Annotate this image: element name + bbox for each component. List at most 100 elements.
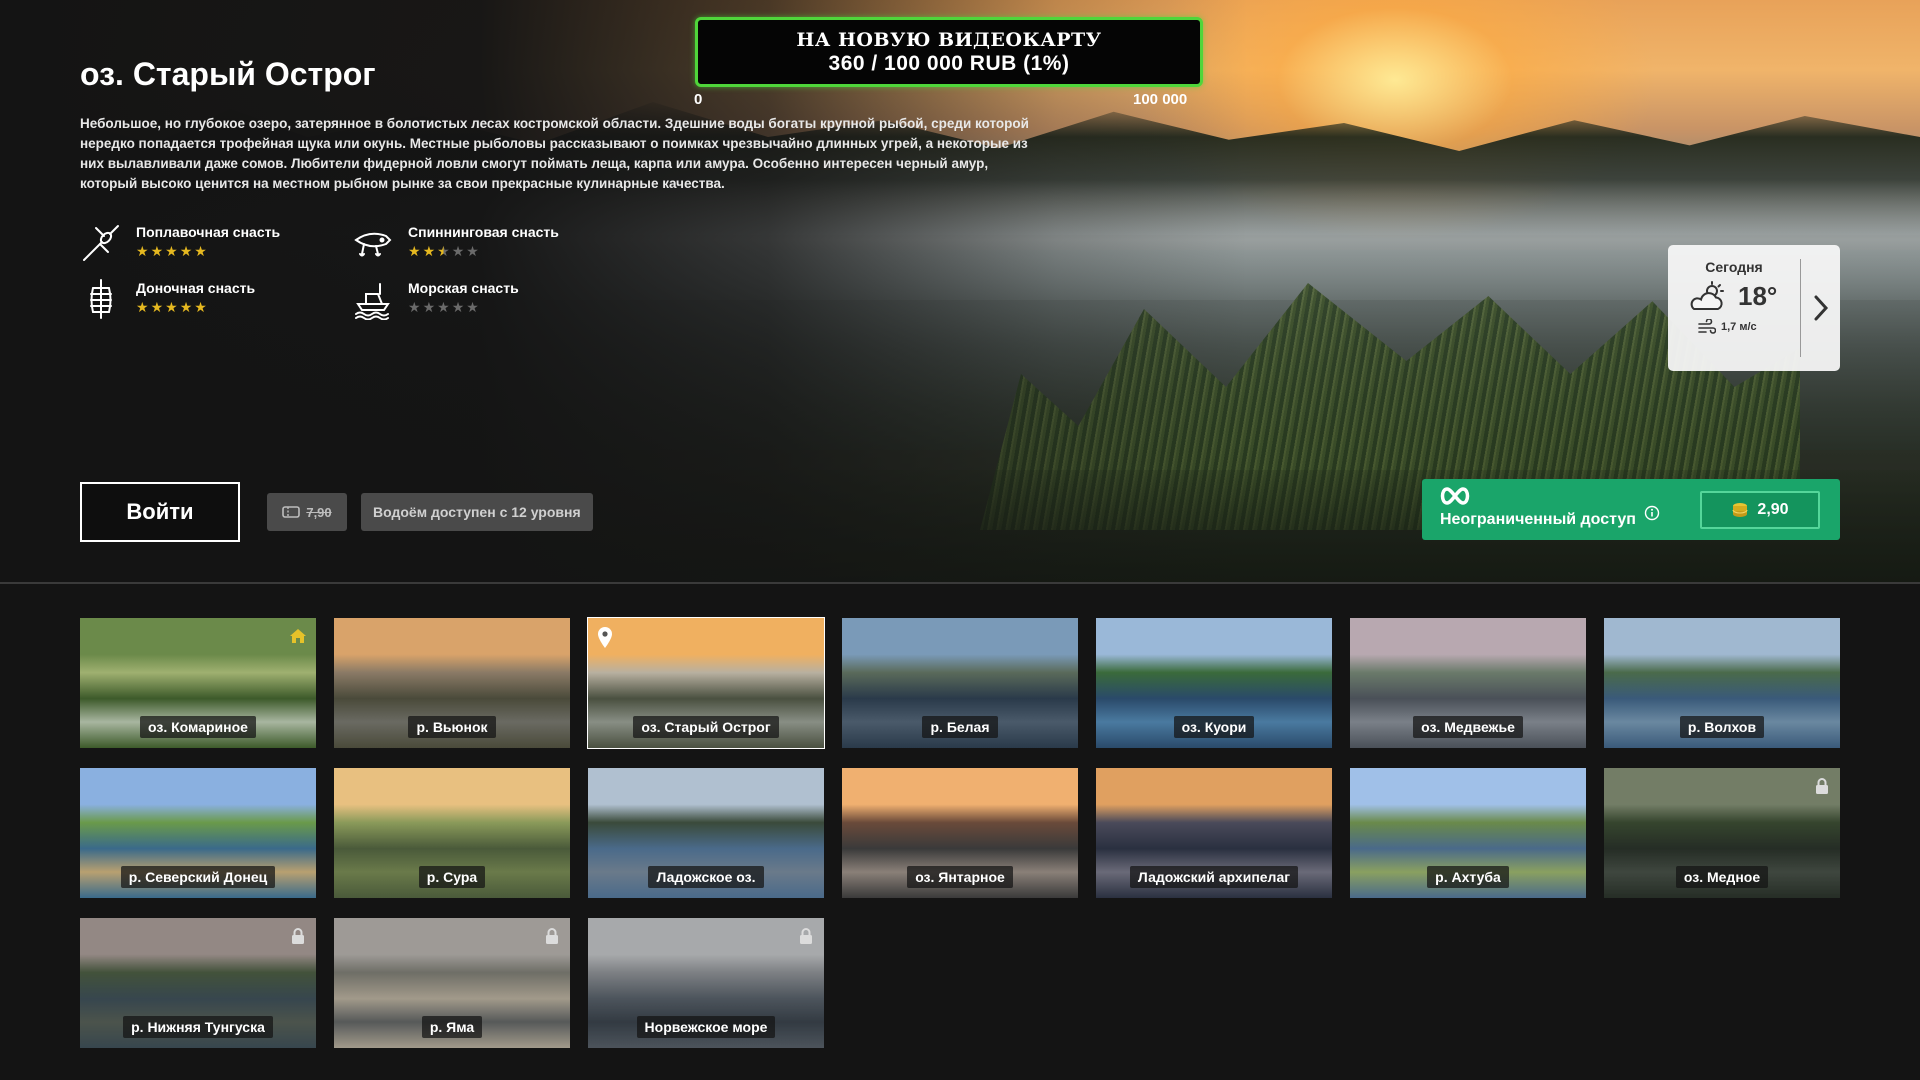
star-icon: ★ xyxy=(194,243,207,259)
location-tile[interactable]: Норвежское море xyxy=(588,918,824,1048)
location-tile[interactable]: р. Сура xyxy=(334,768,570,898)
donation-title: НА НОВУЮ ВИДЕОКАРТУ xyxy=(796,29,1102,51)
star-icon: ★ xyxy=(179,299,193,315)
weather-next-button[interactable] xyxy=(1808,289,1834,327)
location-name: р. Белая xyxy=(922,716,998,738)
partly-cloudy-icon xyxy=(1690,281,1724,310)
location-tile[interactable]: р. Волхов xyxy=(1604,618,1840,748)
location-tile[interactable]: Ладожский архипелаг xyxy=(1096,768,1332,898)
level-requirement: Водоём доступен с 12 уровня xyxy=(361,493,593,531)
weather-wind: 1,7 м/с xyxy=(1721,321,1757,333)
star-icon: ★ xyxy=(437,299,450,315)
gear-stars: ★ ★ ★ ★ ★ xyxy=(136,300,255,314)
coins-icon xyxy=(1732,503,1748,517)
chevron-right-icon xyxy=(1814,295,1829,321)
lock-icon xyxy=(1816,778,1828,794)
gear-spinning: Спиннинговая снасть ★ ★ ★ ★ ★ xyxy=(352,222,559,264)
gear-sea: Морская снасть ★ ★ ★ ★ ★ xyxy=(352,278,519,320)
unlimited-access-label: Неограниченный доступ xyxy=(1440,511,1636,528)
location-name: Ладожское оз. xyxy=(648,866,764,888)
gear-name: Поплавочная снасть xyxy=(136,224,281,240)
star-icon: ★ xyxy=(422,243,436,259)
location-tile[interactable]: р. Вьюнок xyxy=(334,618,570,748)
star-icon: ★ xyxy=(451,299,465,315)
lock-icon xyxy=(800,928,812,944)
location-tile[interactable]: оз. Куори xyxy=(1096,618,1332,748)
gear-stars: ★ ★ ★ ★ ★ xyxy=(136,244,280,258)
location-tile[interactable]: оз. Медвежье xyxy=(1350,618,1586,748)
location-name: оз. Старый Острог xyxy=(633,716,779,738)
location-name: Ладожский архипелаг xyxy=(1129,866,1299,888)
gear-stars: ★ ★ ★ ★ ★ xyxy=(408,300,519,314)
ticket-price: 7,90 xyxy=(306,504,332,520)
donation-min: 0 xyxy=(694,91,703,108)
star-icon: ★ xyxy=(408,243,421,259)
star-icon: ★ xyxy=(150,243,164,259)
weather-widget: Сегодня 18° 1,7 м/с xyxy=(1668,245,1840,371)
donation-max: 100 000 xyxy=(1133,91,1188,108)
location-name: р. Ахтуба xyxy=(1427,866,1509,888)
gear-name: Доночная снасть xyxy=(136,280,256,296)
location-description: Небольшое, но глубокое озеро, затерянное… xyxy=(80,116,1029,191)
star-icon: ★ xyxy=(466,299,479,315)
infinity-icon xyxy=(1440,487,1470,505)
location-name: оз. Янтарное xyxy=(907,866,1013,888)
location-name: р. Волхов xyxy=(1679,716,1765,738)
star-icon: ★ xyxy=(150,299,164,315)
location-tile[interactable]: р. Белая xyxy=(842,618,1078,748)
spinning-lure-icon xyxy=(354,232,392,257)
unlimited-price: 2,90 xyxy=(1757,501,1789,518)
gear-bottom: Доночная снасть ★ ★ ★ ★ ★ xyxy=(80,278,255,320)
star-icon: ★ xyxy=(136,243,149,259)
pin-icon xyxy=(598,627,612,648)
star-icon: ★ xyxy=(165,299,178,315)
location-tile[interactable]: оз. Старый Острог xyxy=(587,617,825,749)
unlimited-access-panel[interactable]: Неограниченный доступ 2,90 xyxy=(1422,479,1840,540)
star-icon: ★ xyxy=(422,299,436,315)
location-tile[interactable]: р. Северский Донец xyxy=(80,768,316,898)
wind-icon xyxy=(1698,319,1716,334)
location-name: р. Нижняя Тунгуска xyxy=(123,1016,273,1038)
unlimited-buy-button[interactable]: 2,90 xyxy=(1700,491,1820,529)
info-icon[interactable] xyxy=(1644,505,1660,521)
star-icon: ★ xyxy=(466,243,479,259)
gear-name: Морская снасть xyxy=(408,280,519,296)
gear-stars: ★ ★ ★ ★ ★ xyxy=(408,244,559,258)
location-tile[interactable]: оз. Медное xyxy=(1604,768,1840,898)
lock-icon xyxy=(546,928,558,944)
donation-goal: НА НОВУЮ ВИДЕОКАРТУ 360 / 100 000 RUB (1… xyxy=(695,17,1203,87)
location-tile[interactable]: Ладожское оз. xyxy=(588,768,824,898)
star-icon: ★ xyxy=(437,243,450,259)
gear-name: Спиннинговая снасть xyxy=(408,224,559,240)
star-icon: ★ xyxy=(408,299,421,315)
ticket-price-chip: 7,90 xyxy=(267,493,347,531)
star-icon: ★ xyxy=(451,243,465,259)
star-icon: ★ xyxy=(136,299,149,315)
star-icon: ★ xyxy=(165,243,178,259)
location-name: оз. Медвежье xyxy=(1413,716,1523,738)
bottom-feeder-icon xyxy=(90,279,112,319)
location-tile[interactable]: р. Нижняя Тунгуска xyxy=(80,918,316,1048)
location-name: оз. Куори xyxy=(1173,716,1255,738)
location-name: Норвежское море xyxy=(636,1016,776,1038)
ticket-icon xyxy=(282,506,301,518)
star-icon: ★ xyxy=(179,243,193,259)
location-title: оз. Старый Острог xyxy=(80,56,376,92)
location-tile[interactable]: оз. Янтарное xyxy=(842,768,1078,898)
gear-float: Поплавочная снасть ★ ★ ★ ★ ★ xyxy=(80,222,280,264)
lock-icon xyxy=(292,928,304,944)
enter-button[interactable]: Войти xyxy=(80,482,240,542)
location-tile[interactable]: р. Яма xyxy=(334,918,570,1048)
home-icon xyxy=(290,629,306,643)
location-tile[interactable]: р. Ахтуба xyxy=(1350,768,1586,898)
location-name: р. Вьюнок xyxy=(408,716,496,738)
location-name: р. Яма xyxy=(421,1016,483,1038)
location-tile[interactable]: оз. Комариное xyxy=(80,618,316,748)
location-name: р. Северский Донец xyxy=(120,866,276,888)
star-icon: ★ xyxy=(194,299,207,315)
sea-boat-icon xyxy=(355,283,390,320)
weather-temp: 18° xyxy=(1738,281,1778,311)
weather-day: Сегодня xyxy=(1705,259,1763,275)
location-name: р. Сура xyxy=(418,866,486,888)
donation-amount: 360 / 100 000 RUB (1%) xyxy=(828,52,1070,75)
